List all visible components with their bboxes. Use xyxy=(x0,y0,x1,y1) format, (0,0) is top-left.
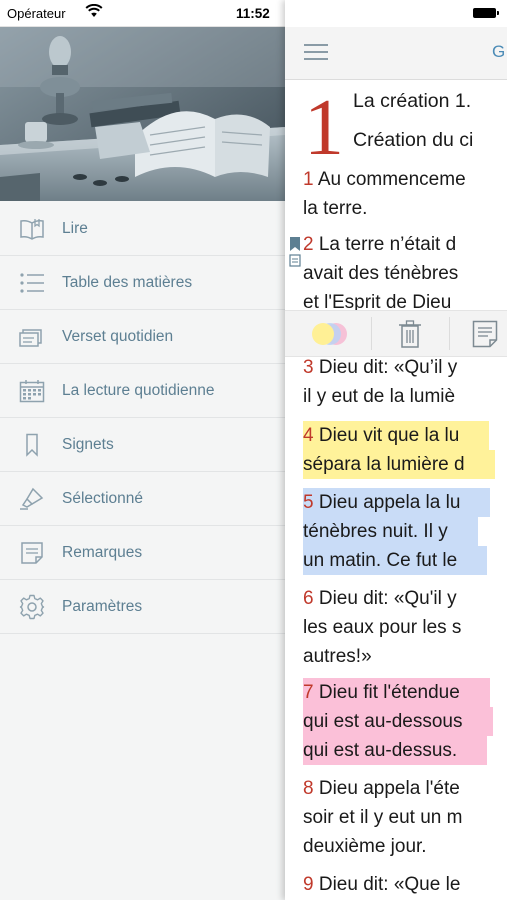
highlight-color-button[interactable] xyxy=(299,311,359,356)
drawer-menu: Lire Table des matières Verset quotidien… xyxy=(0,202,285,634)
menu-item-label: Verset quotidien xyxy=(62,327,174,345)
menu-item-settings[interactable]: Paramètres xyxy=(0,580,285,634)
delete-button[interactable] xyxy=(385,311,435,356)
verse-text: Dieu dit: «Que le xyxy=(318,874,461,895)
menu-item-bookmarks[interactable]: Signets xyxy=(0,418,285,472)
menu-item-label: La lecture quotidienne xyxy=(62,381,215,399)
add-note-button[interactable] xyxy=(463,311,507,356)
verse-number: 4 xyxy=(303,425,314,446)
status-time: 11:52 xyxy=(236,6,270,21)
verse-number: 8 xyxy=(303,778,314,799)
verse-text: la terre. xyxy=(303,198,368,219)
verse-highlighted-pink[interactable]: 7 Dieu fit l'étendue qui est au-dessous … xyxy=(303,678,507,765)
verse-text: Dieu dit: «Qu’il y xyxy=(318,357,458,378)
chapter-number: 1 xyxy=(304,84,344,172)
color-circles-icon xyxy=(312,322,347,345)
verse-text: qui est au-dessous xyxy=(303,711,463,732)
verse-markers xyxy=(289,237,301,280)
drawer-header-image xyxy=(0,27,285,201)
gear-icon xyxy=(17,594,47,620)
menu-item-daily-reading[interactable]: La lecture quotidienne xyxy=(0,364,285,418)
verse-number: 2 xyxy=(303,234,314,255)
menu-item-highlights[interactable]: Sélectionné xyxy=(0,472,285,526)
trash-icon xyxy=(399,319,421,348)
verse-text: ténèbres nuit. Il y xyxy=(303,521,448,542)
menu-item-label: Table des matières xyxy=(62,273,193,291)
reader-panel: G 1 La création 1. Création du ci 1 Au c… xyxy=(285,0,507,900)
verse-text: Dieu dit: «Qu'il y xyxy=(318,588,457,609)
verse-number: 9 xyxy=(303,874,314,895)
menu-item-label: Signets xyxy=(62,435,114,453)
verse-text: un matin. Ce fut le xyxy=(303,550,458,571)
verse[interactable]: 2 La terre n’était d avait des ténèbres … xyxy=(303,230,507,317)
verse-highlighted-yellow[interactable]: 4 Dieu vit que la lu sépara la lumière d xyxy=(303,421,507,479)
verse[interactable]: 9 Dieu dit: «Que le xyxy=(303,870,507,899)
verse[interactable]: 3 Dieu dit: «Qu’il y il y eut de la lumi… xyxy=(303,353,507,411)
toolbar-divider xyxy=(371,317,372,350)
reader-navbar: G xyxy=(285,27,507,80)
verse[interactable]: 1 Au commenceme la terre. xyxy=(303,165,507,223)
verse-number: 7 xyxy=(303,682,314,703)
verse-action-toolbar xyxy=(285,310,507,357)
verse-text: sépara la lumière d xyxy=(303,454,465,475)
menu-hamburger-icon[interactable] xyxy=(304,44,328,62)
verse-text: autres!» xyxy=(303,646,372,667)
note-icon xyxy=(17,540,47,566)
verse-text: les eaux pour les s xyxy=(303,617,462,638)
menu-item-label: Remarques xyxy=(62,543,143,561)
menu-item-contents[interactable]: Table des matières xyxy=(0,256,285,310)
verse-number: 1 xyxy=(303,169,314,190)
verse[interactable]: 8 Dieu appela l'éte soir et il y eut un … xyxy=(303,774,507,861)
cards-icon xyxy=(17,324,47,350)
side-drawer: Opérateur 11:52 Lire Table des matières … xyxy=(0,0,285,900)
verse-text: La terre n’était d xyxy=(318,234,457,255)
bookmark-marker-icon xyxy=(289,237,301,267)
verse-number: 6 xyxy=(303,588,314,609)
menu-item-label: Sélectionné xyxy=(62,489,144,507)
open-book-icon xyxy=(17,216,47,242)
note-icon xyxy=(472,320,498,347)
status-bar: Opérateur 11:52 xyxy=(0,0,285,27)
wifi-icon xyxy=(85,4,103,17)
verse-number: 5 xyxy=(303,492,314,513)
verse-text: qui est au-dessus. xyxy=(303,740,458,761)
verse-text: avait des ténèbres xyxy=(303,263,459,284)
menu-item-label: Lire xyxy=(62,219,88,237)
book-title[interactable]: G xyxy=(492,42,505,62)
verse-text: Dieu appela l'éte xyxy=(318,778,460,799)
section-heading: La création 1. xyxy=(353,90,472,112)
section-subheading: Création du ci xyxy=(353,129,474,151)
bookmark-icon xyxy=(17,432,47,458)
verse-text: Dieu fit l'étendue xyxy=(318,682,460,703)
verse-text: Dieu vit que la lu xyxy=(318,425,460,446)
toolbar-divider xyxy=(449,317,450,350)
verse-text: il y eut de la lumiè xyxy=(303,386,456,407)
menu-item-notes[interactable]: Remarques xyxy=(0,526,285,580)
verse-highlighted-blue[interactable]: 5 Dieu appela la lu ténèbres nuit. Il y … xyxy=(303,488,507,575)
menu-item-daily-verse[interactable]: Verset quotidien xyxy=(0,310,285,364)
list-icon xyxy=(17,270,47,296)
verse-text: soir et il y eut un m xyxy=(303,807,463,828)
menu-item-label: Paramètres xyxy=(62,597,143,615)
verse-text: Au commenceme xyxy=(317,169,466,190)
status-bar-right xyxy=(285,0,507,26)
menu-item-read[interactable]: Lire xyxy=(0,202,285,256)
battery-icon xyxy=(473,8,499,18)
calendar-icon xyxy=(17,378,47,404)
verse-text: deuxième jour. xyxy=(303,836,427,857)
highlighter-icon xyxy=(17,486,47,512)
verse-text: Dieu appela la lu xyxy=(318,492,461,513)
carrier-label: Opérateur xyxy=(7,6,66,21)
verse-number: 3 xyxy=(303,357,314,378)
verse[interactable]: 6 Dieu dit: «Qu'il y les eaux pour les s… xyxy=(303,584,507,671)
